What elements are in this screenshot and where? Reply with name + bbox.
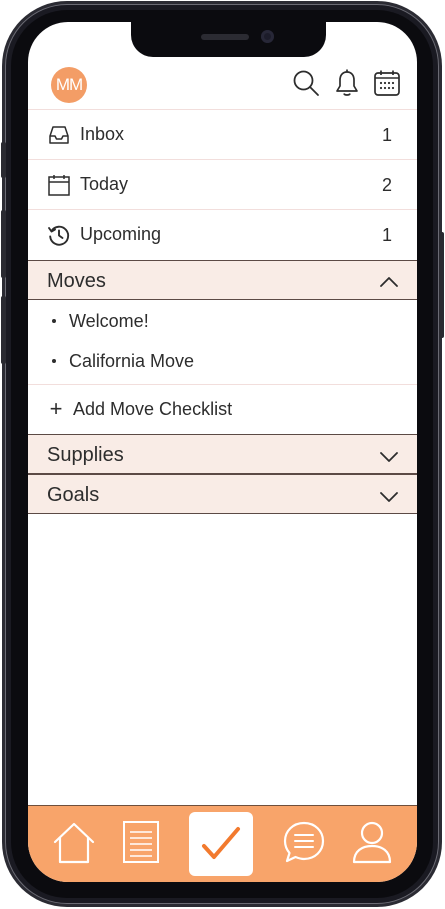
phone-volume-down xyxy=(1,296,6,364)
chevron-down-icon[interactable] xyxy=(379,446,399,466)
view-count: 1 xyxy=(381,225,392,245)
move-item-label: California Move xyxy=(69,351,195,371)
phone-side-button xyxy=(1,142,6,178)
view-label: Inbox xyxy=(80,124,125,144)
move-item-welcome[interactable]: Welcome! xyxy=(28,301,417,341)
section-label: Moves xyxy=(47,270,106,292)
section-header-moves[interactable]: Moves xyxy=(28,260,417,300)
add-move-checklist-label: Add Move Checklist xyxy=(73,399,233,419)
bullet xyxy=(52,319,56,323)
bell-icon[interactable] xyxy=(332,68,362,98)
view-label: Today xyxy=(80,174,129,194)
move-item-california-move[interactable]: California Move xyxy=(28,341,417,381)
chat-icon[interactable] xyxy=(280,818,328,866)
section-header-goals[interactable]: Goals xyxy=(28,474,417,514)
speaker xyxy=(201,34,249,40)
user-icon[interactable] xyxy=(348,818,396,866)
history-icon xyxy=(48,225,70,246)
view-row-inbox[interactable]: Inbox 1 xyxy=(28,109,417,159)
inbox-icon xyxy=(49,126,69,144)
bottom-nav xyxy=(28,805,417,882)
phone-volume-up xyxy=(1,210,6,278)
list-icon[interactable] xyxy=(117,818,165,866)
search-icon[interactable] xyxy=(291,68,321,98)
calendar-day-icon xyxy=(48,175,70,196)
bullet xyxy=(52,359,56,363)
view-count: 1 xyxy=(381,125,392,145)
home-icon[interactable] xyxy=(50,818,98,866)
camera xyxy=(261,30,274,43)
phone-power-button xyxy=(439,232,444,338)
view-row-today[interactable]: Today 2 xyxy=(28,159,417,209)
section-header-supplies[interactable]: Supplies xyxy=(28,434,417,474)
calendar-icon[interactable] xyxy=(372,68,402,98)
view-count: 2 xyxy=(381,175,392,195)
view-label: Upcoming xyxy=(80,224,162,244)
tasks-tab[interactable] xyxy=(189,812,253,876)
section-label: Goals xyxy=(47,484,100,506)
move-item-label: Welcome! xyxy=(69,311,149,331)
chevron-down-icon[interactable] xyxy=(379,486,399,506)
avatar[interactable]: MM xyxy=(51,67,87,103)
view-row-upcoming[interactable]: Upcoming 1 xyxy=(28,209,417,259)
app-screen: MM Inbox 1 Today 2 Upcoming 1 Moves Welc… xyxy=(28,22,417,882)
section-label: Supplies xyxy=(47,444,124,466)
plus-icon: + xyxy=(49,396,63,421)
checkmark-icon xyxy=(202,827,240,859)
notch xyxy=(131,22,326,57)
add-move-checklist-button[interactable]: + Add Move Checklist xyxy=(28,384,417,434)
chevron-up-icon[interactable] xyxy=(379,272,399,292)
